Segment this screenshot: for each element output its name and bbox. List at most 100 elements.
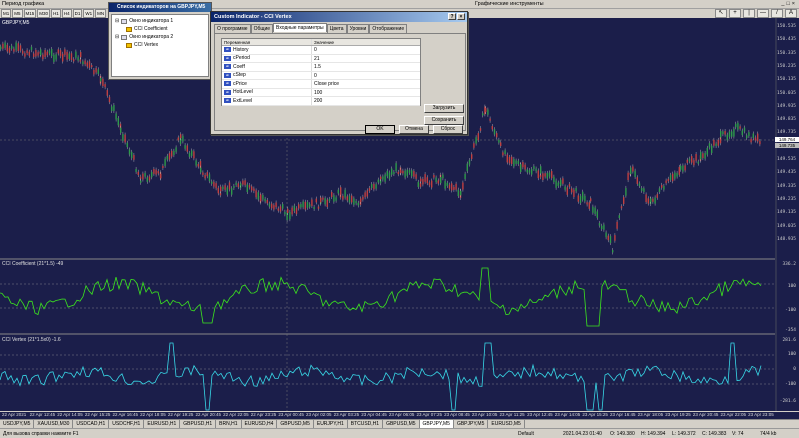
tree-window1[interactable]: ⊟ Окно индикатора 1 (115, 18, 173, 24)
tf-button[interactable]: D1 (72, 9, 83, 18)
collapse-icon[interactable]: ⊟ (115, 34, 119, 40)
param-value[interactable]: Close price (312, 80, 339, 88)
tf-button[interactable]: M5 (12, 9, 23, 18)
reset-button[interactable]: Сброс (433, 125, 463, 134)
trendline-icon[interactable]: / (771, 9, 783, 18)
candle-body (568, 183, 571, 187)
period-label: Период графика (2, 1, 45, 7)
price-axis-label: 149.435 (777, 170, 796, 176)
tf-button[interactable]: M30 (37, 9, 51, 18)
param-row[interactable]: ab cStep 0 (222, 71, 420, 80)
tf-button[interactable]: H4 (61, 9, 72, 18)
param-row[interactable]: ab cPeriod 21 (222, 54, 420, 63)
candle-body (391, 168, 393, 175)
param-value[interactable]: 200 (312, 97, 322, 105)
param-row[interactable]: ab History 0 (222, 46, 420, 55)
tab-common[interactable]: Общие (250, 24, 274, 33)
tf-button[interactable]: M15 (23, 9, 37, 18)
candle-body (13, 48, 15, 52)
indicator-list-title[interactable]: Список индикаторов на GBPJPY,M5 (109, 3, 211, 12)
param-value[interactable]: 100 (312, 89, 322, 97)
help-icon[interactable]: ? (448, 13, 456, 20)
candle-body (526, 169, 528, 173)
save-button[interactable]: Сохранить (424, 116, 464, 125)
tab-inputs[interactable]: Входные параметры (273, 23, 327, 32)
param-value[interactable]: 0 (312, 72, 317, 80)
cancel-button[interactable]: Отмена (399, 125, 429, 134)
time-axis-label: 23 Apr 00:45 (278, 412, 304, 417)
ok-button[interactable]: OK (365, 125, 395, 134)
param-row[interactable]: ab HotLevel 100 (222, 88, 420, 97)
candle-body (139, 176, 142, 179)
crosshair-icon[interactable]: + (729, 9, 741, 18)
symbol-tab[interactable]: EURUSD,H4 (242, 420, 278, 428)
col-value[interactable]: Значение (312, 39, 334, 45)
symbol-tab[interactable]: XAUUSD,M30 (34, 420, 74, 428)
window-icon (121, 34, 128, 40)
candle-body (688, 158, 691, 162)
symbol-tab[interactable]: GBPUSD,H1 (180, 420, 217, 428)
maximize-icon[interactable]: □ (786, 1, 789, 7)
symbol-tab[interactable]: BRN,H1 (216, 420, 242, 428)
candle-body (0, 46, 2, 50)
tab-visualization[interactable]: Отображение (369, 24, 408, 33)
time-axis-label: 23 Apr 20:45 (692, 412, 719, 417)
load-button[interactable]: Загрузить (424, 104, 464, 113)
vline-icon[interactable]: | (743, 9, 755, 18)
candle-body (228, 182, 231, 190)
status-help: Для вызова справки нажмите F1 (3, 431, 79, 437)
candle-body (142, 173, 144, 180)
collapse-icon[interactable]: ⊟ (115, 18, 119, 24)
tab-levels[interactable]: Уровни (346, 24, 370, 33)
hline-icon[interactable]: — (757, 9, 769, 18)
symbol-tab[interactable]: GBPJPY,M5 (454, 420, 489, 428)
candle-body (184, 145, 186, 149)
minimize-icon[interactable]: _ (781, 1, 784, 7)
tab-colors[interactable]: Цвета (326, 24, 347, 33)
tf-button[interactable]: MN (95, 9, 107, 18)
candle-body (739, 126, 741, 129)
dialog-title[interactable]: Custom Indicator - CCI Vertex ? × (211, 12, 467, 22)
symbol-tab[interactable]: EURUSD,H1 (144, 420, 181, 428)
tf-button[interactable]: H1 (51, 9, 61, 18)
custom-indicator-dialog: Custom Indicator - CCI Vertex ? × О прог… (210, 11, 468, 135)
candle-body (731, 131, 733, 137)
tree-window2[interactable]: ⊟ Окно индикатора 2 (115, 34, 173, 40)
param-row[interactable]: ab Coeff 1.5 (222, 63, 420, 72)
candle-body (66, 51, 68, 60)
param-value[interactable]: 21 (312, 55, 320, 63)
tf-button[interactable]: W1 (83, 9, 95, 18)
symbol-tab[interactable]: USDCHF,H1 (109, 420, 145, 428)
candle-body (373, 183, 375, 190)
candle-body (680, 165, 682, 170)
col-variable[interactable]: Переменная (222, 39, 312, 45)
symbol-tab[interactable]: USDJPY,M5 (0, 420, 35, 428)
symbol-tab[interactable]: EURUSD,M5 (488, 420, 525, 428)
candle-body (333, 195, 335, 202)
tree-item2[interactable]: CCI Vertex (126, 42, 158, 48)
param-value[interactable]: 1.5 (312, 63, 321, 71)
text-icon[interactable]: A (785, 9, 797, 18)
candle-body (502, 152, 504, 156)
symbol-tab[interactable]: USDCAD,H1 (73, 420, 110, 428)
candle-body (564, 186, 566, 190)
tf-button[interactable]: M1 (1, 9, 12, 18)
symbol-tab[interactable]: GBPJPY,M5 (419, 420, 454, 428)
symbol-tab[interactable]: BTCUSD,H1 (348, 420, 384, 428)
symbol-tab[interactable]: GBPUSD,M5 (277, 420, 314, 428)
tree-item1[interactable]: CCI Coefficient (126, 26, 168, 32)
candle-body (400, 169, 402, 173)
param-value[interactable]: 0 (312, 46, 317, 54)
param-row[interactable]: ab cPrice Close price (222, 80, 420, 89)
tab-about[interactable]: О программе (214, 24, 251, 33)
param-row[interactable]: ab ExtLevel 200 (222, 97, 420, 106)
candle-body (28, 51, 30, 56)
candle-body (271, 203, 273, 209)
close-icon[interactable]: × (457, 13, 465, 20)
cursor-icon[interactable]: ↖ (715, 9, 727, 18)
symbol-tab[interactable]: GBPUSD,M5 (383, 420, 420, 428)
symbol-tab[interactable]: EURJPY,H1 (314, 420, 348, 428)
dialog-tabs: О программе Общие Входные параметры Цвет… (214, 23, 408, 33)
sub1-axis-bottom: -354 (785, 328, 796, 333)
close-icon[interactable]: × (792, 1, 795, 7)
